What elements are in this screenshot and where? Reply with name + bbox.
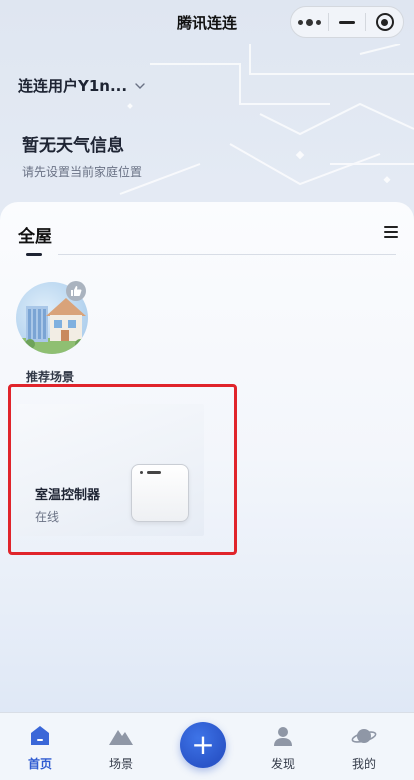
thermostat-device-icon [131,464,189,522]
capsule-menu [290,6,404,38]
more-dots-icon [297,18,321,26]
plus-icon: + [191,728,215,761]
home-user-switcher[interactable]: 连连用户Y1n... [18,75,145,96]
nav-scenes-label: 场景 [108,757,133,771]
weather-title: 暂无天气信息 [22,136,124,156]
tab-underline [26,253,42,256]
background-decoration [119,44,414,195]
home-icon [27,723,53,749]
nav-scenes[interactable]: 场景 [96,723,146,772]
device-card[interactable]: 室温控制器 在线 [17,404,204,536]
thumbs-up-icon [66,281,86,301]
menu-icon[interactable] [384,226,398,238]
device-name: 室温控制器 [35,488,101,503]
weather-subtitle[interactable]: 请先设置当前家庭位置 [22,163,142,180]
nav-discover[interactable]: 发现 [258,723,308,772]
nav-home-label: 首页 [27,757,52,771]
nav-home[interactable]: 首页 [15,723,65,772]
user-name: 连连用户Y1n... [18,77,128,95]
tab-all-rooms[interactable]: 全屋 [18,222,52,247]
top-bar: 腾讯连连 [0,0,414,44]
nav-discover-label: 发现 [270,757,295,771]
more-button[interactable] [291,7,328,37]
app-title: 腾讯连连 [176,13,237,32]
device-status: 在线 [35,510,60,524]
planet-icon [351,723,377,749]
recommended-scene-label: 推荐场景 [26,370,75,384]
person-icon [270,723,296,749]
minimize-button[interactable] [329,7,366,37]
bottom-nav: 首页 场景 + 发现 我的 [0,712,414,780]
mountain-icon [108,723,134,749]
chevron-down-icon [135,82,145,89]
close-button[interactable] [366,7,403,37]
tab-divider [58,254,396,255]
minimize-icon [339,20,355,24]
nav-mine-label: 我的 [351,757,376,771]
add-device-button[interactable]: + [180,722,226,768]
close-target-icon [375,13,394,31]
nav-mine[interactable]: 我的 [339,723,389,772]
